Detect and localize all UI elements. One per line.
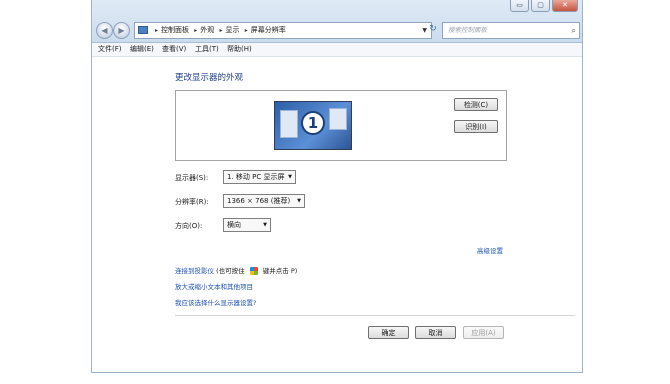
maximize-button[interactable]: ▢: [531, 0, 550, 12]
chevron-down-icon: ▼: [263, 222, 267, 228]
connect-projector-link[interactable]: 连接到投影仪: [175, 267, 214, 275]
close-button[interactable]: ✕: [552, 0, 578, 12]
menu-edit[interactable]: 编辑(E): [130, 43, 154, 56]
advanced-settings-link[interactable]: 高级设置: [477, 245, 503, 255]
menu-help[interactable]: 帮助(H): [227, 43, 252, 56]
display-settings-help-link[interactable]: 我应该选择什么显示器设置?: [175, 297, 256, 307]
breadcrumb-control-panel[interactable]: 控制面板: [161, 26, 189, 34]
identify-button[interactable]: 识别(I): [454, 120, 498, 133]
menu-view[interactable]: 查看(V): [162, 43, 186, 56]
image-fade-overlay: [522, 321, 582, 340]
display-select[interactable]: 1. 移动 PC 显示屏 ▼: [223, 170, 296, 184]
orientation-select[interactable]: 横向 ▼: [223, 218, 271, 232]
window-controls: ▭ ▢ ✕: [510, 0, 578, 12]
cancel-button[interactable]: 取消: [415, 326, 456, 339]
search-box[interactable]: 搜索控制面板 ⌕: [442, 22, 580, 39]
breadcrumb-display[interactable]: 显示: [226, 26, 240, 34]
page-title: 更改显示器的外观: [175, 73, 244, 83]
ok-button[interactable]: 确定: [368, 326, 409, 339]
windows-logo-icon: [249, 267, 258, 275]
search-icon[interactable]: ⌕: [572, 23, 576, 38]
chevron-down-icon: ▼: [288, 174, 292, 180]
title-bar: ▭ ▢ ✕ ◀ ▶ ▸ 控制面板 ▸ 外观 ▸ 显示 ▸ 屏幕分辨率 ▼ ↻ 搜索控制面…: [92, 0, 582, 43]
display-label: 显示器(S):: [175, 174, 209, 182]
window-thumb-icon: [329, 108, 347, 130]
apply-button[interactable]: 应用(A): [463, 326, 504, 339]
window-thumb-icon: [280, 110, 298, 138]
projector-hint-suffix: 键并点击 P): [262, 267, 298, 275]
resolution-select-value: 1366 × 768 (推荐): [227, 197, 291, 205]
monitor-number-badge: 1: [301, 111, 325, 135]
menu-file[interactable]: 文件(F): [98, 43, 122, 56]
minimize-button[interactable]: ▭: [510, 0, 529, 12]
forward-button[interactable]: ▶: [113, 22, 130, 39]
breadcrumb-screen-resolution[interactable]: 屏幕分辨率: [251, 26, 286, 34]
refresh-icon[interactable]: ↻: [426, 22, 440, 37]
menu-bar: 文件(F) 编辑(E) 查看(V) 工具(T) 帮助(H): [92, 43, 582, 57]
address-bar[interactable]: ▸ 控制面板 ▸ 外观 ▸ 显示 ▸ 屏幕分辨率 ▼: [134, 22, 432, 39]
resolution-label: 分辨率(R):: [175, 198, 209, 206]
control-panel-window: ▭ ▢ ✕ ◀ ▶ ▸ 控制面板 ▸ 外观 ▸ 显示 ▸ 屏幕分辨率 ▼ ↻ 搜索控制面…: [91, 0, 583, 373]
breadcrumb: ▸ 控制面板 ▸ 外观 ▸ 显示 ▸ 屏幕分辨率: [155, 26, 286, 34]
control-panel-icon: [138, 26, 148, 34]
monitor-preview-panel: 1 检测(C) 识别(I): [175, 90, 507, 161]
projector-row: 连接到投影仪 (也可按住 键并点击 P): [175, 265, 297, 275]
main-content: 更改显示器的外观 1 检测(C) 识别(I) 显示器(S): 1. 移动 PC …: [92, 57, 582, 372]
text-size-link[interactable]: 放大或缩小文本和其他项目: [175, 281, 253, 291]
menu-tools[interactable]: 工具(T): [195, 43, 219, 56]
separator: [175, 315, 575, 316]
detect-button[interactable]: 检测(C): [454, 98, 498, 111]
orientation-select-value: 横向: [227, 221, 241, 229]
resolution-select[interactable]: 1366 × 768 (推荐) ▼: [223, 194, 305, 208]
display-select-value: 1. 移动 PC 显示屏: [227, 173, 285, 181]
breadcrumb-appearance[interactable]: 外观: [200, 26, 214, 34]
projector-hint-prefix: (也可按住: [216, 267, 245, 275]
back-button[interactable]: ◀: [96, 22, 113, 39]
search-placeholder: 搜索控制面板: [448, 26, 487, 34]
orientation-label: 方向(O):: [175, 222, 203, 230]
chevron-down-icon: ▼: [297, 198, 301, 204]
monitor-1-thumbnail[interactable]: 1: [274, 101, 352, 150]
